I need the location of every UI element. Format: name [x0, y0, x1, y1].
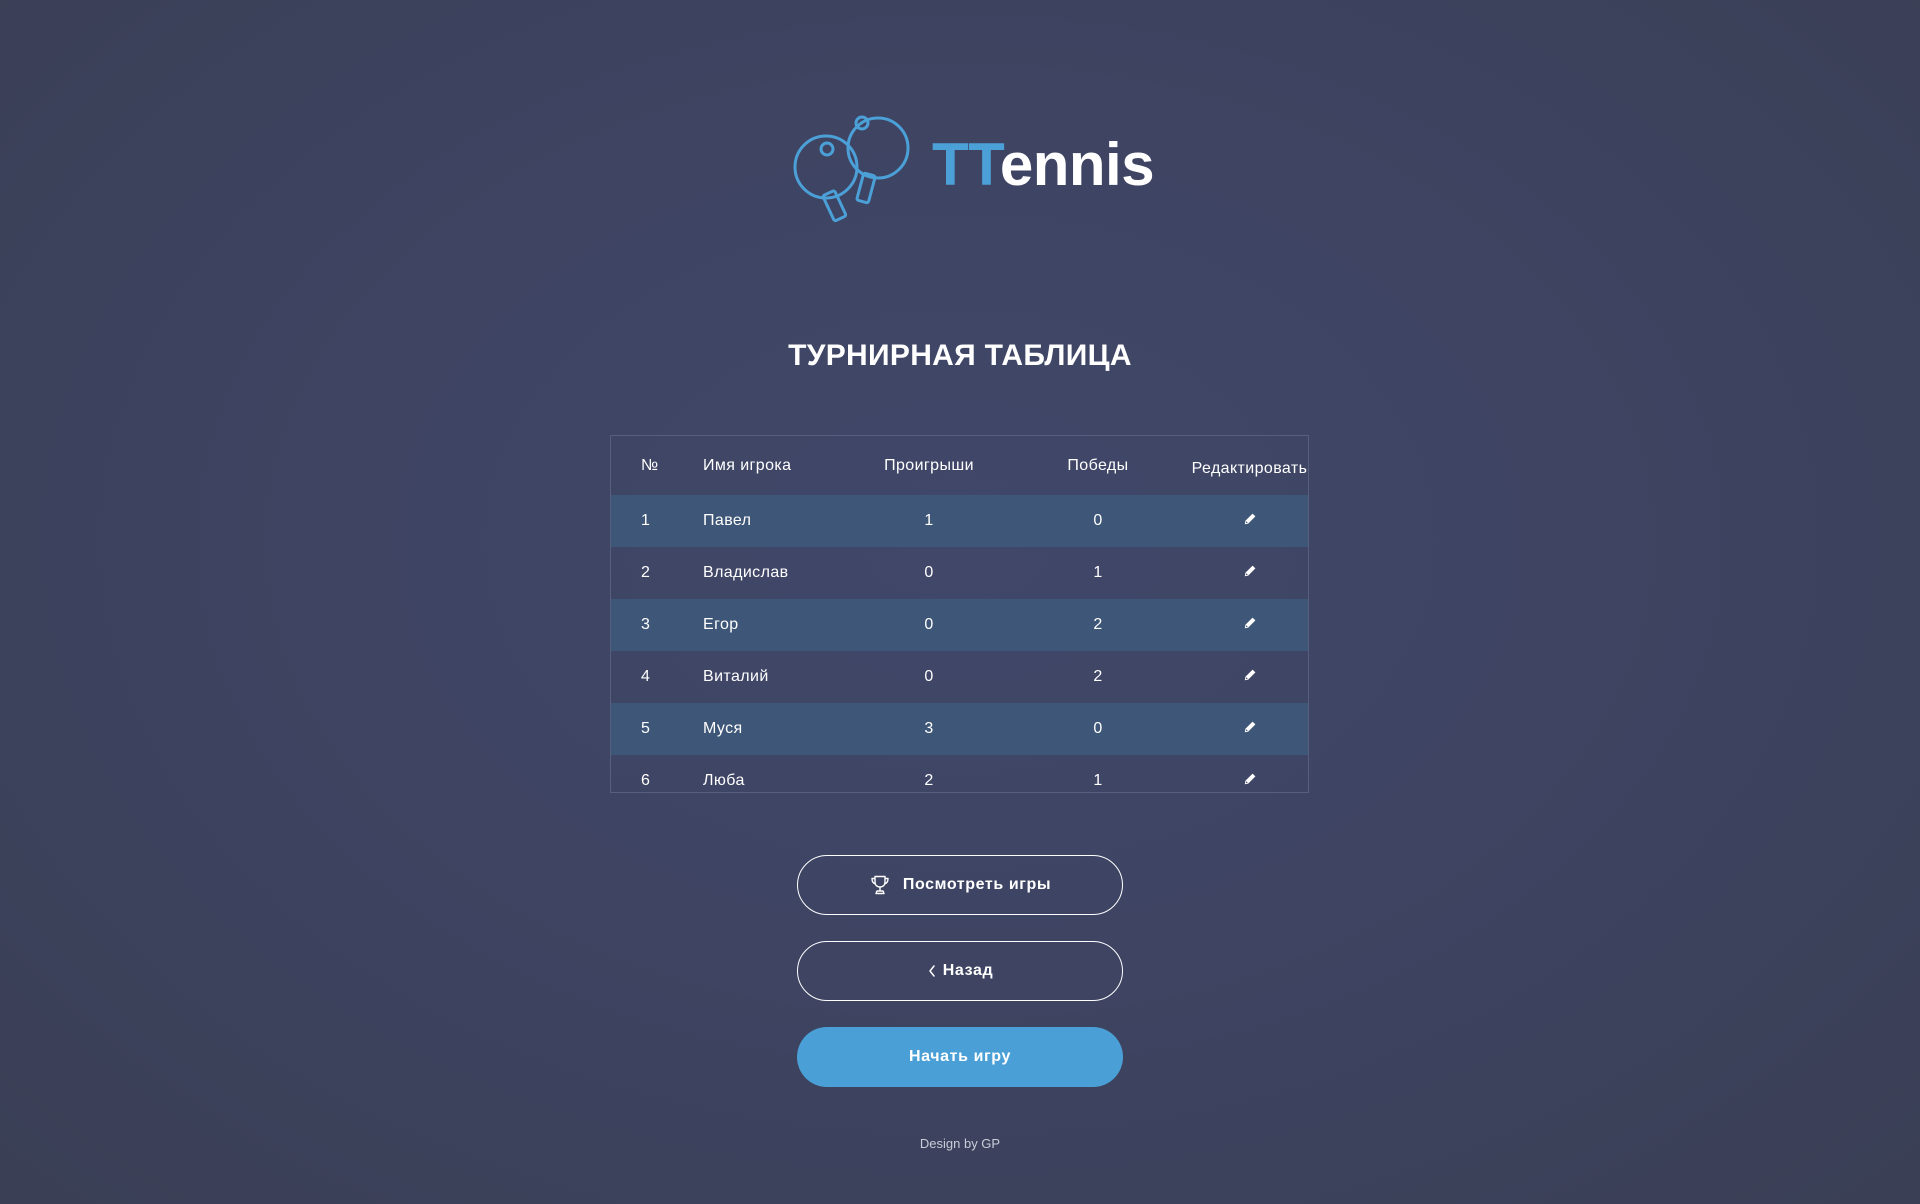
- row-wins: 0: [1005, 703, 1191, 755]
- row-edit-cell: [1191, 651, 1308, 703]
- row-edit-cell: [1191, 547, 1308, 599]
- row-wins: 2: [1005, 599, 1191, 651]
- row-losses: 2: [924, 772, 934, 789]
- row-number: 1: [611, 495, 703, 547]
- table-row: 6 Люба 2 1: [611, 755, 1308, 807]
- row-edit-cell: [1191, 599, 1308, 651]
- back-button[interactable]: Назад: [797, 941, 1123, 1001]
- pencil-icon[interactable]: [1244, 669, 1256, 681]
- row-losses: 3: [853, 703, 1005, 755]
- header-wins: Победы: [1067, 456, 1129, 474]
- row-number: 2: [641, 564, 651, 581]
- pencil-icon[interactable]: [1244, 721, 1256, 733]
- pencil-icon[interactable]: [1244, 565, 1256, 577]
- row-wins: 0: [1005, 495, 1191, 547]
- pencil-icon[interactable]: [1244, 617, 1256, 629]
- row-number: 3: [611, 599, 703, 651]
- row-player-name: Люба: [703, 772, 745, 789]
- row-edit-cell: [1191, 703, 1308, 755]
- row-wins: 2: [1093, 668, 1103, 685]
- row-player-name: Егор: [703, 599, 853, 651]
- row-wins: 1: [1093, 772, 1103, 789]
- trophy-icon: [869, 874, 891, 896]
- row-number: 5: [611, 703, 703, 755]
- row-player-name: Виталий: [703, 668, 769, 685]
- brand-name-accent: TT: [932, 131, 1000, 198]
- chevron-left-icon: [927, 964, 937, 978]
- row-losses: 0: [853, 599, 1005, 651]
- header-number: №: [641, 456, 659, 474]
- pencil-icon[interactable]: [1244, 773, 1256, 785]
- row-edit-cell: [1191, 495, 1308, 547]
- view-games-label: Посмотреть игры: [902, 876, 1052, 893]
- header-losses: Проигрыши: [884, 456, 974, 474]
- row-losses: 1: [853, 495, 1005, 547]
- row-number: 6: [641, 772, 651, 789]
- header-edit: Редактировать: [1191, 459, 1308, 477]
- row-losses: 0: [924, 668, 934, 685]
- row-wins: 1: [1093, 564, 1103, 581]
- row-number: 4: [641, 668, 651, 685]
- brand-name: TTennis: [932, 130, 1155, 200]
- table-row: 4 Виталий 0 2: [611, 651, 1308, 703]
- back-label: Назад: [942, 962, 994, 979]
- table-tennis-paddles-icon: [793, 115, 910, 223]
- footer-credit: Design by GP: [919, 1136, 1001, 1151]
- brand-name-rest: ennis: [999, 131, 1155, 198]
- header-player-name: Имя игрока: [703, 456, 792, 474]
- page-title: ТУРНИРНАЯ ТАБЛИЦА: [788, 339, 1132, 372]
- table-row: 2 Владислав 0 1: [611, 547, 1308, 599]
- table-header-row: № Имя игрока Проигрыши Победы Редактиров…: [611, 436, 1308, 495]
- row-edit-cell: [1191, 755, 1308, 807]
- standings-table: № Имя игрока Проигрыши Победы Редактиров…: [610, 435, 1309, 793]
- row-player-name: Владислав: [703, 564, 789, 581]
- view-games-button[interactable]: Посмотреть игры: [797, 855, 1123, 915]
- pencil-icon[interactable]: [1244, 513, 1256, 525]
- row-losses: 0: [924, 564, 934, 581]
- table-row: 3 Егор 0 2: [611, 599, 1308, 651]
- app-logo: TTennis: [786, 112, 1155, 224]
- start-game-label: Начать игру: [909, 1048, 1011, 1065]
- row-player-name: Муся: [703, 703, 853, 755]
- table-row: 5 Муся 3 0: [611, 703, 1308, 755]
- start-game-button[interactable]: Начать игру: [797, 1027, 1123, 1087]
- table-row: 1 Павел 1 0: [611, 495, 1308, 547]
- row-player-name: Павел: [703, 495, 853, 547]
